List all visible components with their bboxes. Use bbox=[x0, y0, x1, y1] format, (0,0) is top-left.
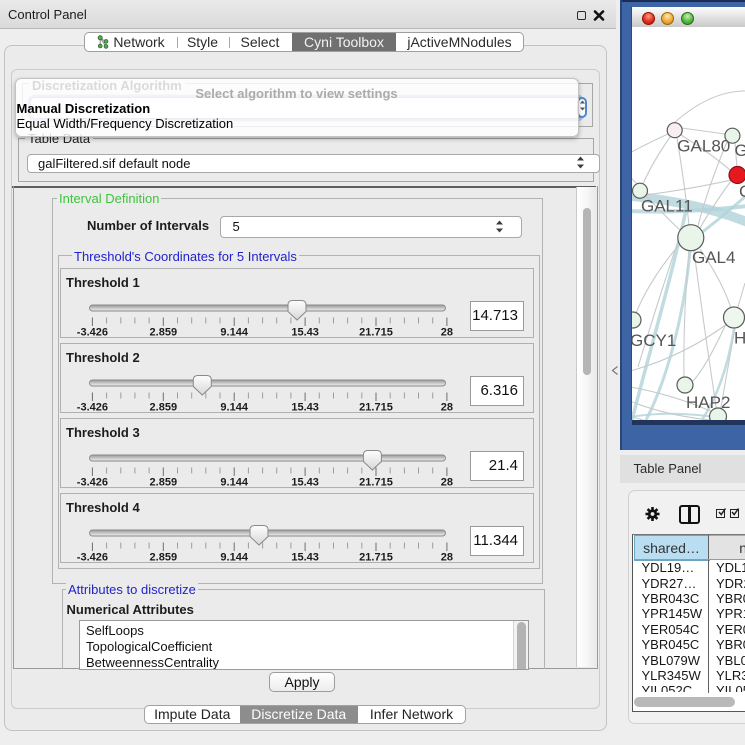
svg-text:2.859: 2.859 bbox=[150, 402, 178, 413]
svg-text:21.715: 21.715 bbox=[359, 477, 393, 488]
svg-text:28: 28 bbox=[441, 552, 453, 563]
svg-text:GAL80: GAL80 bbox=[677, 137, 730, 156]
svg-text:15.43: 15.43 bbox=[291, 552, 319, 563]
svg-text:28: 28 bbox=[441, 327, 453, 338]
svg-text:-3.426: -3.426 bbox=[77, 402, 108, 413]
svg-text:GAL4: GAL4 bbox=[692, 248, 735, 267]
svg-text:15.43: 15.43 bbox=[291, 477, 319, 488]
svg-text:9.144: 9.144 bbox=[220, 402, 248, 413]
svg-text:GAL11: GAL11 bbox=[641, 197, 693, 216]
svg-text:H: H bbox=[734, 329, 745, 348]
svg-text:C: C bbox=[739, 182, 745, 201]
svg-text:9.144: 9.144 bbox=[220, 327, 248, 338]
svg-text:15.43: 15.43 bbox=[291, 402, 319, 413]
svg-text:28: 28 bbox=[441, 477, 453, 488]
svg-text:15.43: 15.43 bbox=[291, 327, 319, 338]
svg-text:2.859: 2.859 bbox=[150, 327, 178, 338]
svg-text:-3.426: -3.426 bbox=[77, 477, 108, 488]
svg-text:9.144: 9.144 bbox=[220, 552, 248, 563]
svg-text:-3.426: -3.426 bbox=[77, 327, 108, 338]
svg-text:21.715: 21.715 bbox=[359, 552, 393, 563]
svg-text:21.715: 21.715 bbox=[359, 402, 393, 413]
svg-text:2.859: 2.859 bbox=[150, 477, 178, 488]
svg-text:-3.426: -3.426 bbox=[77, 552, 108, 563]
svg-text:9.144: 9.144 bbox=[220, 477, 248, 488]
svg-text:28: 28 bbox=[441, 402, 453, 413]
svg-text:2.859: 2.859 bbox=[150, 552, 178, 563]
svg-text:HAP2: HAP2 bbox=[686, 393, 730, 412]
svg-text:GAL: GAL bbox=[735, 141, 745, 160]
svg-text:GCY1: GCY1 bbox=[632, 331, 676, 350]
svg-text:21.715: 21.715 bbox=[359, 327, 393, 338]
